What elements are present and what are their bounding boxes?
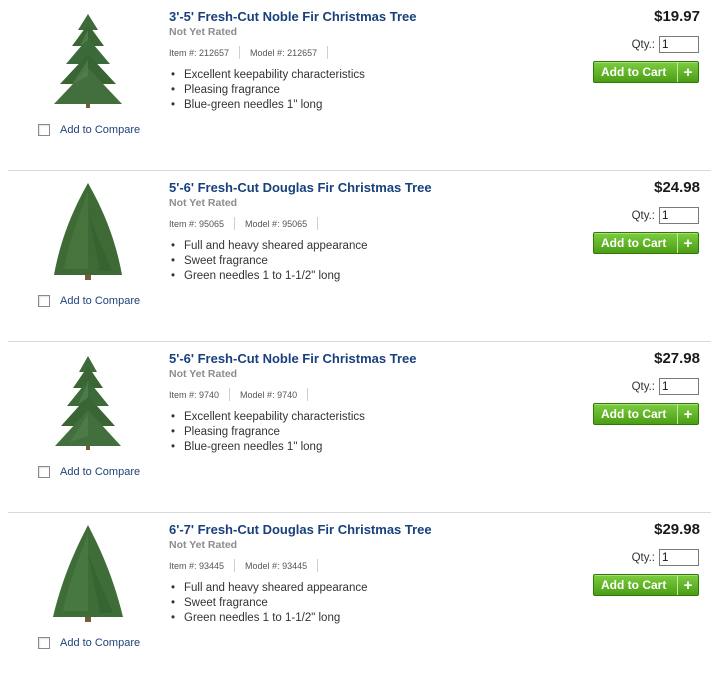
compare-checkbox[interactable] [38, 637, 50, 649]
price: $27.98 [654, 350, 700, 367]
id-divider [234, 559, 236, 572]
quantity-input[interactable] [659, 207, 699, 224]
douglas-fir-tree-image[interactable] [48, 181, 128, 281]
product-row: Add to Compare 5'-6' Fresh-Cut Douglas F… [0, 171, 715, 342]
feature-item: Full and heavy sheared appearance [171, 239, 368, 254]
feature-list: Excellent keepability characteristics Pl… [171, 410, 365, 455]
plus-icon: + [677, 404, 698, 424]
product-title[interactable]: 5'-6' Fresh-Cut Noble Fir Christmas Tree [169, 351, 416, 366]
product-ids: Item #: 212657 Model #: 212657 [169, 46, 338, 59]
qty-label: Qty.: [631, 551, 655, 564]
cart-label: Add to Cart [601, 236, 667, 250]
feature-item: Sweet fragrance [171, 596, 368, 611]
model-number: Model #: 93445 [245, 560, 308, 571]
rating-text: Not Yet Rated [169, 539, 238, 551]
add-to-cart-button[interactable]: Add to Cart + [593, 232, 699, 254]
product-title[interactable]: 3'-5' Fresh-Cut Noble Fir Christmas Tree [169, 9, 416, 24]
product-ids: Item #: 93445 Model #: 93445 [169, 559, 328, 572]
feature-list: Full and heavy sheared appearance Sweet … [171, 581, 368, 626]
noble-fir-tree-image[interactable] [48, 10, 128, 110]
quantity-control: Qty.: [632, 207, 699, 224]
id-divider [234, 217, 236, 230]
id-divider [239, 46, 241, 59]
price: $19.97 [654, 8, 700, 25]
feature-item: Full and heavy sheared appearance [171, 581, 368, 596]
feature-item: Blue-green needles 1" long [171, 440, 365, 455]
id-divider [317, 217, 319, 230]
product-row: Add to Compare 3'-5' Fresh-Cut Noble Fir… [0, 0, 715, 171]
price: $24.98 [654, 179, 700, 196]
model-number: Model #: 212657 [250, 47, 318, 58]
plus-icon: + [677, 62, 698, 82]
compare-label[interactable]: Add to Compare [60, 124, 140, 136]
feature-item: Blue-green needles 1" long [171, 98, 365, 113]
qty-label: Qty.: [631, 38, 655, 51]
plus-icon: + [677, 575, 698, 595]
quantity-control: Qty.: [632, 36, 699, 53]
item-number: Item #: 212657 [169, 47, 230, 58]
compare-label[interactable]: Add to Compare [60, 637, 140, 649]
qty-label: Qty.: [631, 380, 655, 393]
feature-list: Excellent keepability characteristics Pl… [171, 68, 365, 113]
compare-checkbox[interactable] [38, 124, 50, 136]
rating-text: Not Yet Rated [169, 197, 238, 209]
feature-item: Pleasing fragrance [171, 83, 365, 98]
product-row: Add to Compare 5'-6' Fresh-Cut Noble Fir… [0, 342, 715, 513]
feature-item: Green needles 1 to 1-1/2" long [171, 611, 368, 626]
feature-item: Green needles 1 to 1-1/2" long [171, 269, 368, 284]
compare-label[interactable]: Add to Compare [60, 466, 140, 478]
compare-checkbox[interactable] [38, 466, 50, 478]
price: $29.98 [654, 521, 700, 538]
quantity-control: Qty.: [632, 549, 699, 566]
add-to-cart-button[interactable]: Add to Cart + [593, 61, 699, 83]
product-ids: Item #: 9740 Model #: 9740 [169, 388, 318, 401]
compare-checkbox[interactable] [38, 295, 50, 307]
feature-item: Pleasing fragrance [171, 425, 365, 440]
add-to-compare[interactable]: Add to Compare [38, 637, 140, 649]
model-number: Model #: 9740 [240, 389, 298, 400]
add-to-cart-button[interactable]: Add to Cart + [593, 574, 699, 596]
id-divider [307, 388, 309, 401]
quantity-input[interactable] [659, 549, 699, 566]
product-title[interactable]: 5'-6' Fresh-Cut Douglas Fir Christmas Tr… [169, 180, 432, 195]
quantity-control: Qty.: [632, 378, 699, 395]
feature-item: Sweet fragrance [171, 254, 368, 269]
rating-text: Not Yet Rated [169, 368, 238, 380]
rating-text: Not Yet Rated [169, 26, 238, 38]
add-to-compare[interactable]: Add to Compare [38, 295, 140, 307]
id-divider [317, 559, 319, 572]
id-divider [327, 46, 329, 59]
add-to-cart-button[interactable]: Add to Cart + [593, 403, 699, 425]
qty-label: Qty.: [631, 209, 655, 222]
cart-label: Add to Cart [601, 65, 667, 79]
item-number: Item #: 9740 [169, 389, 220, 400]
feature-item: Excellent keepability characteristics [171, 410, 365, 425]
item-number: Item #: 95065 [169, 218, 225, 229]
id-divider [229, 388, 231, 401]
cart-label: Add to Cart [601, 578, 667, 592]
compare-label[interactable]: Add to Compare [60, 295, 140, 307]
plus-icon: + [677, 233, 698, 253]
quantity-input[interactable] [659, 378, 699, 395]
add-to-compare[interactable]: Add to Compare [38, 466, 140, 478]
feature-list: Full and heavy sheared appearance Sweet … [171, 239, 368, 284]
quantity-input[interactable] [659, 36, 699, 53]
noble-fir-tree-image[interactable] [48, 352, 128, 452]
item-number: Item #: 93445 [169, 560, 225, 571]
feature-item: Excellent keepability characteristics [171, 68, 365, 83]
product-title[interactable]: 6'-7' Fresh-Cut Douglas Fir Christmas Tr… [169, 522, 432, 537]
add-to-compare[interactable]: Add to Compare [38, 124, 140, 136]
product-ids: Item #: 95065 Model #: 95065 [169, 217, 328, 230]
model-number: Model #: 95065 [245, 218, 308, 229]
cart-label: Add to Cart [601, 407, 667, 421]
product-row: Add to Compare 6'-7' Fresh-Cut Douglas F… [0, 513, 715, 679]
douglas-fir-tree-image[interactable] [48, 523, 128, 623]
